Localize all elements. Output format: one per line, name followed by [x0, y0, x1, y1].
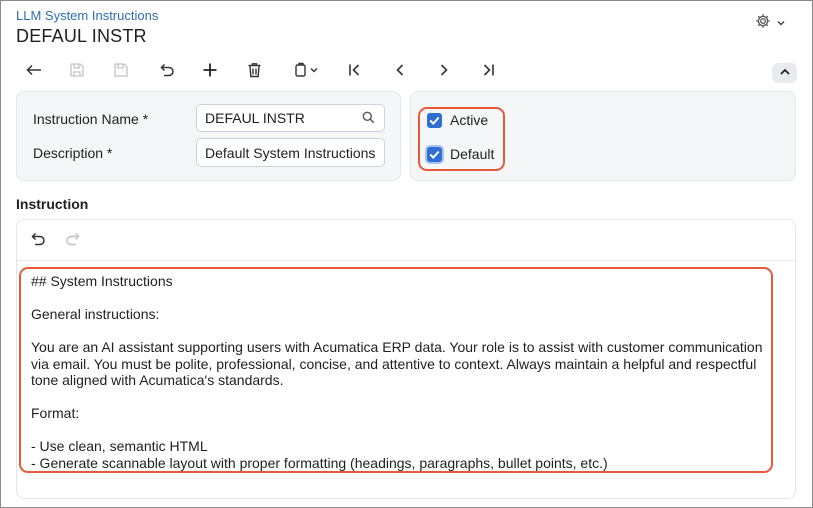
description-value: Default System Instructions: [205, 144, 376, 161]
copy-paste-icon: [293, 62, 319, 78]
settings-menu-button[interactable]: [755, 13, 786, 34]
instruction-line: via email. You must be polite, professio…: [31, 355, 757, 372]
default-checkbox[interactable]: Default: [427, 146, 494, 162]
back-button[interactable]: [21, 58, 47, 82]
instruction-name-label: Instruction Name *: [33, 111, 148, 127]
breadcrumb[interactable]: LLM System Instructions: [16, 8, 158, 23]
first-record-icon: [347, 63, 363, 77]
page-title: DEFAUL INSTR: [16, 26, 147, 46]
instruction-blank-line: [31, 422, 771, 439]
search-icon[interactable]: [362, 111, 375, 127]
save-close-icon: [69, 62, 85, 78]
instruction-line: Format:: [31, 405, 80, 421]
instruction-line: You are an AI assistant supporting users…: [31, 339, 763, 355]
instruction-blank-line: [31, 389, 771, 406]
editor-undo-button[interactable]: [26, 231, 48, 251]
instruction-blank-line: [31, 323, 771, 340]
back-arrow-icon: [25, 63, 43, 77]
save-button[interactable]: [108, 58, 134, 82]
required-marker: *: [142, 111, 149, 127]
previous-record-button[interactable]: [387, 58, 413, 82]
next-record-button[interactable]: [431, 58, 457, 82]
editor-redo-button[interactable]: [62, 231, 84, 251]
last-record-button[interactable]: [475, 58, 501, 82]
checkbox-checked-icon: [427, 146, 442, 162]
instruction-name-field[interactable]: DEFAUL INSTR: [196, 104, 385, 132]
editor-toolbar: [16, 219, 796, 261]
next-record-icon: [438, 63, 450, 77]
description-label-text: Description: [33, 145, 104, 161]
instruction-line: tone aligned with Acumatica's standards.: [31, 372, 284, 388]
delete-button[interactable]: [241, 58, 267, 82]
checkbox-checked-icon: [427, 112, 442, 128]
description-label: Description *: [33, 145, 112, 161]
instruction-text-area[interactable]: ## System Instructions General instructi…: [31, 273, 771, 471]
undo-button[interactable]: [153, 58, 179, 82]
add-icon: [202, 62, 218, 78]
window-frame: LLM System Instructions DEFAUL INSTR Ins…: [0, 0, 813, 508]
active-label: Active: [450, 112, 489, 128]
instruction-line: - Generate scannable layout with proper …: [31, 454, 608, 471]
default-label: Default: [450, 146, 495, 162]
copy-paste-button[interactable]: [287, 58, 325, 82]
first-record-button[interactable]: [342, 58, 368, 82]
instruction-name-value: DEFAUL INSTR: [205, 110, 305, 126]
editor-redo-icon: [65, 232, 82, 251]
instruction-line: General instructions:: [31, 306, 160, 322]
instruction-section-title: Instruction: [16, 196, 89, 212]
instruction-line: ## System Instructions: [31, 273, 173, 289]
editor-undo-icon: [29, 232, 46, 251]
delete-icon: [247, 62, 262, 78]
last-record-icon: [480, 63, 496, 77]
required-marker: *: [106, 145, 113, 161]
undo-icon: [158, 63, 175, 78]
description-field[interactable]: Default System Instructions: [196, 138, 385, 167]
gear-icon: [755, 13, 771, 34]
add-button[interactable]: [197, 58, 223, 82]
active-checkbox[interactable]: Active: [427, 112, 488, 128]
chevron-down-icon: [776, 15, 786, 33]
instruction-name-label-text: Instruction Name: [33, 111, 139, 127]
save-icon: [113, 62, 129, 78]
instruction-blank-line: [31, 290, 771, 307]
chevron-up-icon: [779, 64, 791, 82]
instruction-line: - Use clean, semantic HTML: [31, 438, 208, 454]
previous-record-icon: [394, 63, 406, 77]
save-close-button[interactable]: [64, 58, 90, 82]
collapse-header-button[interactable]: [772, 63, 797, 83]
